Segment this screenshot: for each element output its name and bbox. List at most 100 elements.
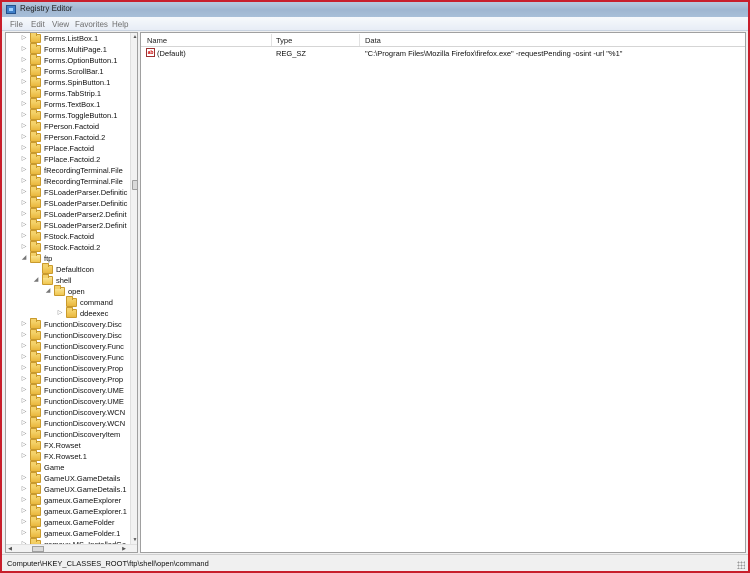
collapsed-arrow-icon[interactable]: ▷ (21, 68, 27, 75)
tree-item[interactable]: ▷ Forms.ListBox.1 (6, 33, 128, 44)
tree-item[interactable]: ▷ FX.Rowset (6, 439, 128, 451)
collapsed-arrow-icon[interactable]: ▷ (21, 486, 27, 493)
tree-scroll-thumb[interactable] (132, 180, 137, 190)
tree-item[interactable]: ▷ gameux.GameFolder (6, 516, 128, 528)
registry-values-list[interactable]: Name Type Data ab (Default) REG_SZ "C:\P… (140, 32, 746, 553)
tree-item[interactable]: ▷ Forms.MultiPage.1 (6, 43, 128, 55)
collapsed-arrow-icon[interactable]: ▷ (21, 189, 27, 196)
collapsed-arrow-icon[interactable]: ▷ (21, 365, 27, 372)
collapsed-arrow-icon[interactable]: ▷ (21, 101, 27, 108)
expanded-arrow-icon[interactable]: ◢ (45, 288, 51, 295)
tree-item[interactable]: ▷ fRecordingTerminal.File (6, 164, 128, 176)
collapsed-arrow-icon[interactable]: ▷ (21, 508, 27, 515)
collapsed-arrow-icon[interactable]: ▷ (21, 376, 27, 383)
tree-item[interactable]: ▷ FunctionDiscovery.Prop (6, 373, 128, 385)
collapsed-arrow-icon[interactable]: ▷ (21, 156, 27, 163)
tree-item[interactable]: ▷ GameUX.GameDetails.1 (6, 483, 128, 495)
tree-item[interactable]: ▷ FunctionDiscovery.WCN (6, 417, 128, 429)
menu-view[interactable]: View (52, 20, 69, 29)
tree-item[interactable]: ▷ gameux.GameExplorer.1 (6, 505, 128, 517)
collapsed-arrow-icon[interactable]: ▷ (57, 310, 63, 317)
tree-hscroll-thumb[interactable] (32, 546, 44, 552)
menu-file[interactable]: File (10, 20, 23, 29)
tree-item[interactable]: ▷ FunctionDiscoveryItem (6, 428, 128, 440)
tree-item[interactable]: ▷ gameux.GameExplorer (6, 494, 128, 506)
expanded-arrow-icon[interactable]: ◢ (21, 255, 27, 262)
collapsed-arrow-icon[interactable]: ▷ (21, 244, 27, 251)
collapsed-arrow-icon[interactable]: ▷ (21, 35, 27, 42)
column-header-type[interactable]: Type (276, 36, 292, 45)
collapsed-arrow-icon[interactable]: ▷ (21, 354, 27, 361)
tree-item[interactable]: ▷ FSLoaderParser.Definitic (6, 186, 128, 198)
expanded-arrow-icon[interactable]: ◢ (33, 277, 39, 284)
collapsed-arrow-icon[interactable]: ▷ (21, 222, 27, 229)
tree-item[interactable]: ◢ ftp (6, 252, 128, 264)
collapsed-arrow-icon[interactable]: ▷ (21, 145, 27, 152)
tree-item[interactable]: ▷ FPlace.Factoid.2 (6, 153, 128, 165)
tree-item[interactable]: ▷ fRecordingTerminal.File (6, 175, 128, 187)
column-divider[interactable] (271, 34, 272, 46)
tree-item[interactable]: ▷ Forms.TextBox.1 (6, 98, 128, 110)
column-header-name[interactable]: Name (147, 36, 167, 45)
tree-item[interactable]: ◢ shell (6, 274, 128, 286)
tree-item[interactable]: ▷ FSLoaderParser.Definitic (6, 197, 128, 209)
column-header-data[interactable]: Data (365, 36, 381, 45)
registry-key-tree[interactable]: ▷ Forms.ListBox.1 ▷ Forms.MultiPage.1 ▷ Forms… (5, 32, 138, 553)
tree-item[interactable]: ▷ FPerson.Factoid.2 (6, 131, 128, 143)
tree-item[interactable]: ▷ FSLoaderParser2.Definit (6, 208, 128, 220)
collapsed-arrow-icon[interactable]: ▷ (21, 46, 27, 53)
collapsed-arrow-icon[interactable]: ▷ (21, 387, 27, 394)
collapsed-arrow-icon[interactable]: ▷ (21, 497, 27, 504)
tree-item[interactable]: Game (6, 461, 128, 473)
collapsed-arrow-icon[interactable]: ▷ (21, 233, 27, 240)
collapsed-arrow-icon[interactable]: ▷ (21, 530, 27, 537)
collapsed-arrow-icon[interactable]: ▷ (21, 134, 27, 141)
tree-item[interactable]: ▷ GameUX.GameDetails (6, 472, 128, 484)
collapsed-arrow-icon[interactable]: ▷ (21, 200, 27, 207)
collapsed-arrow-icon[interactable]: ▷ (21, 431, 27, 438)
tree-item[interactable]: ▷ FunctionDiscovery.Prop (6, 362, 128, 374)
tree-item[interactable]: ▷ FunctionDiscovery.Func (6, 351, 128, 363)
tree-item[interactable]: ▷ Forms.OptionButton.1 (6, 54, 128, 66)
tree-item[interactable]: ▷ ddeexec (6, 307, 128, 319)
collapsed-arrow-icon[interactable]: ▷ (21, 420, 27, 427)
tree-item[interactable]: ▷ FunctionDiscovery.UME (6, 384, 128, 396)
tree-vertical-scrollbar[interactable]: ▲ ▼ (130, 33, 137, 544)
column-divider[interactable] (359, 34, 360, 46)
collapsed-arrow-icon[interactable]: ▷ (21, 453, 27, 460)
collapsed-arrow-icon[interactable]: ▷ (21, 211, 27, 218)
collapsed-arrow-icon[interactable]: ▷ (21, 409, 27, 416)
tree-item[interactable]: ▷ FunctionDiscovery.Func (6, 340, 128, 352)
tree-item[interactable]: ▷ FunctionDiscovery.Disc (6, 329, 128, 341)
collapsed-arrow-icon[interactable]: ▷ (21, 90, 27, 97)
tree-item[interactable]: DefaultIcon (6, 263, 128, 275)
collapsed-arrow-icon[interactable]: ▷ (21, 519, 27, 526)
tree-item[interactable]: ▷ Forms.ScrollBar.1 (6, 65, 128, 77)
menu-help[interactable]: Help (112, 20, 128, 29)
collapsed-arrow-icon[interactable]: ▷ (21, 123, 27, 130)
tree-item[interactable]: ▷ gameux.GameFolder.1 (6, 527, 128, 539)
tree-item[interactable]: ▷ FStock.Factoid.2 (6, 241, 128, 253)
tree-item[interactable]: ▷ FX.Rowset.1 (6, 450, 128, 462)
tree-item[interactable]: ▷ FunctionDiscovery.Disc (6, 318, 128, 330)
tree-item[interactable]: ▷ FunctionDiscovery.WCN (6, 406, 128, 418)
collapsed-arrow-icon[interactable]: ▷ (21, 321, 27, 328)
scroll-down-arrow-icon[interactable]: ▼ (131, 536, 137, 544)
collapsed-arrow-icon[interactable]: ▷ (21, 112, 27, 119)
menu-edit[interactable]: Edit (31, 20, 45, 29)
collapsed-arrow-icon[interactable]: ▷ (21, 398, 27, 405)
scroll-left-arrow-icon[interactable]: ◀ (6, 545, 14, 552)
scroll-up-arrow-icon[interactable]: ▲ (131, 33, 137, 41)
collapsed-arrow-icon[interactable]: ▷ (21, 167, 27, 174)
tree-item[interactable]: ▷ FStock.Factoid (6, 230, 128, 242)
collapsed-arrow-icon[interactable]: ▷ (21, 57, 27, 64)
tree-item[interactable]: ▷ FPlace.Factoid (6, 142, 128, 154)
tree-horizontal-scrollbar[interactable]: ◀ ▶ (6, 544, 137, 552)
collapsed-arrow-icon[interactable]: ▷ (21, 79, 27, 86)
collapsed-arrow-icon[interactable]: ▷ (21, 178, 27, 185)
collapsed-arrow-icon[interactable]: ▷ (21, 475, 27, 482)
tree-item[interactable]: ▷ FSLoaderParser2.Definit (6, 219, 128, 231)
resize-grip-icon[interactable] (737, 561, 745, 569)
tree-item[interactable]: ▷ Forms.SpinButton.1 (6, 76, 128, 88)
collapsed-arrow-icon[interactable]: ▷ (21, 332, 27, 339)
